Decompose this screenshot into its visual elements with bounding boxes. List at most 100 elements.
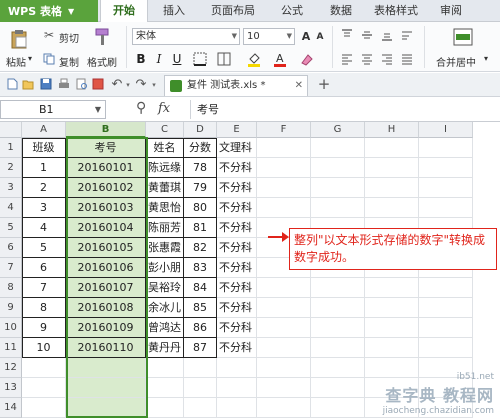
grid-cell[interactable] <box>419 338 473 358</box>
table-cell[interactable]: 黄思怡 <box>146 198 184 218</box>
merge-center-dropdown-icon[interactable]: ▾ <box>484 54 488 63</box>
grid-cell[interactable] <box>146 398 184 418</box>
grid-cell[interactable] <box>311 198 365 218</box>
grid-cell[interactable] <box>311 398 365 418</box>
redo-icon[interactable]: ↷ <box>134 77 148 92</box>
insert-function-button[interactable]: fx <box>158 101 170 116</box>
table-cell[interactable]: 79 <box>184 178 217 198</box>
table-cell[interactable]: 1 <box>22 158 66 178</box>
table-cell[interactable]: 3 <box>22 198 66 218</box>
table-cell[interactable]: 83 <box>184 258 217 278</box>
clear-format-icon[interactable] <box>298 51 314 67</box>
paste-dropdown-icon[interactable]: ▾ <box>28 54 32 63</box>
column-header-c[interactable]: C <box>146 122 184 138</box>
column-header-d[interactable]: D <box>184 122 217 138</box>
table-cell[interactable]: 87 <box>184 338 217 358</box>
table-cell[interactable]: 86 <box>184 318 217 338</box>
grid-cell[interactable] <box>419 138 473 158</box>
grid-cell[interactable] <box>257 198 311 218</box>
merge-center-icon[interactable] <box>452 26 474 48</box>
table-cell[interactable]: 不分科 <box>217 238 257 258</box>
table-cell[interactable]: 不分科 <box>217 318 257 338</box>
grid-cell[interactable] <box>419 158 473 178</box>
fill-color-icon[interactable] <box>246 51 262 67</box>
column-header-g[interactable]: G <box>311 122 365 138</box>
table-cell[interactable]: 20160104 <box>66 218 146 238</box>
grid-cell[interactable] <box>365 198 419 218</box>
grid-cell[interactable] <box>311 178 365 198</box>
table-cell[interactable]: 20160110 <box>66 338 146 358</box>
grid-cell[interactable] <box>22 358 66 378</box>
table-cell[interactable]: 6 <box>22 258 66 278</box>
align-left-icon[interactable] <box>340 52 354 66</box>
name-box[interactable]: B1 ▼ <box>0 100 106 119</box>
grid-cell[interactable] <box>311 358 365 378</box>
wrap-text-icon[interactable] <box>400 28 414 42</box>
close-tab-icon[interactable]: ✕ <box>295 76 303 96</box>
bold-icon[interactable]: B <box>134 51 148 67</box>
underline-icon[interactable]: U <box>170 51 184 67</box>
row-header[interactable]: 12 <box>0 358 22 378</box>
grid-cell[interactable] <box>311 378 365 398</box>
cut-button[interactable]: 剪切 <box>59 30 79 45</box>
grid-cell[interactable] <box>419 318 473 338</box>
justify-icon[interactable] <box>400 52 414 66</box>
grid-cell[interactable] <box>365 298 419 318</box>
table-cell[interactable]: 张惠霞 <box>146 238 184 258</box>
table-cell[interactable]: 80 <box>184 198 217 218</box>
grid-cell[interactable] <box>257 378 311 398</box>
grid-cell[interactable] <box>217 378 257 398</box>
format-painter-button[interactable]: 格式刷 <box>87 54 117 69</box>
row-header[interactable]: 7 <box>0 258 22 278</box>
table-cell[interactable]: 不分科 <box>217 218 257 238</box>
table-cell[interactable]: 曾鸿达 <box>146 318 184 338</box>
align-bottom-icon[interactable] <box>380 28 394 42</box>
grid-cell[interactable] <box>217 358 257 378</box>
grid-cell[interactable] <box>257 318 311 338</box>
grid-cell[interactable] <box>184 378 217 398</box>
row-header[interactable]: 2 <box>0 158 22 178</box>
table-header-cell[interactable]: 姓名 <box>146 138 184 158</box>
grid-cell[interactable] <box>311 338 365 358</box>
row-header[interactable]: 6 <box>0 238 22 258</box>
grid-cell[interactable] <box>184 358 217 378</box>
increase-font-icon[interactable]: A <box>299 28 313 44</box>
tab-table-style[interactable]: 表格样式 <box>364 0 428 22</box>
table-cell[interactable]: 陈丽芳 <box>146 218 184 238</box>
grid-cell[interactable] <box>365 338 419 358</box>
grid-cell[interactable] <box>257 278 311 298</box>
table-cell[interactable]: 不分科 <box>217 158 257 178</box>
row-header[interactable]: 11 <box>0 338 22 358</box>
table-cell[interactable]: 4 <box>22 218 66 238</box>
grid-cell[interactable] <box>419 198 473 218</box>
row-header[interactable]: 5 <box>0 218 22 238</box>
table-cell[interactable]: 20160107 <box>66 278 146 298</box>
grid-cell[interactable] <box>146 358 184 378</box>
grid-cell[interactable] <box>365 278 419 298</box>
table-header-cell[interactable]: 考号 <box>66 138 146 158</box>
font-name-select[interactable]: 宋体 ▼ <box>132 28 240 45</box>
table-cell[interactable]: 不分科 <box>217 278 257 298</box>
new-tab-plus-icon[interactable]: + <box>316 75 332 93</box>
qat-customize-icon[interactable]: ▾ <box>150 81 158 89</box>
formula-input[interactable]: 考号 <box>190 100 500 119</box>
table-cell[interactable]: 5 <box>22 238 66 258</box>
decrease-font-icon[interactable]: A <box>314 30 326 44</box>
table-cell[interactable]: 82 <box>184 238 217 258</box>
align-center-icon[interactable] <box>360 52 374 66</box>
grid-cell[interactable] <box>257 138 311 158</box>
column-header-h[interactable]: H <box>365 122 419 138</box>
column-header-f[interactable]: F <box>257 122 311 138</box>
align-middle-icon[interactable] <box>360 28 374 42</box>
table-cell[interactable]: 20160106 <box>66 258 146 278</box>
tab-formulas[interactable]: 公式 <box>266 0 318 22</box>
grid-cell[interactable] <box>184 398 217 418</box>
table-cell[interactable]: 20160108 <box>66 298 146 318</box>
column-header-b[interactable]: B <box>66 122 146 138</box>
grid-cell[interactable] <box>257 298 311 318</box>
table-header-cell[interactable]: 班级 <box>22 138 66 158</box>
table-cell[interactable]: 黄蕾琪 <box>146 178 184 198</box>
tab-home[interactable]: 开始 <box>100 0 148 23</box>
grid-cell[interactable] <box>311 138 365 158</box>
font-size-select[interactable]: 10 ▼ <box>243 28 295 45</box>
